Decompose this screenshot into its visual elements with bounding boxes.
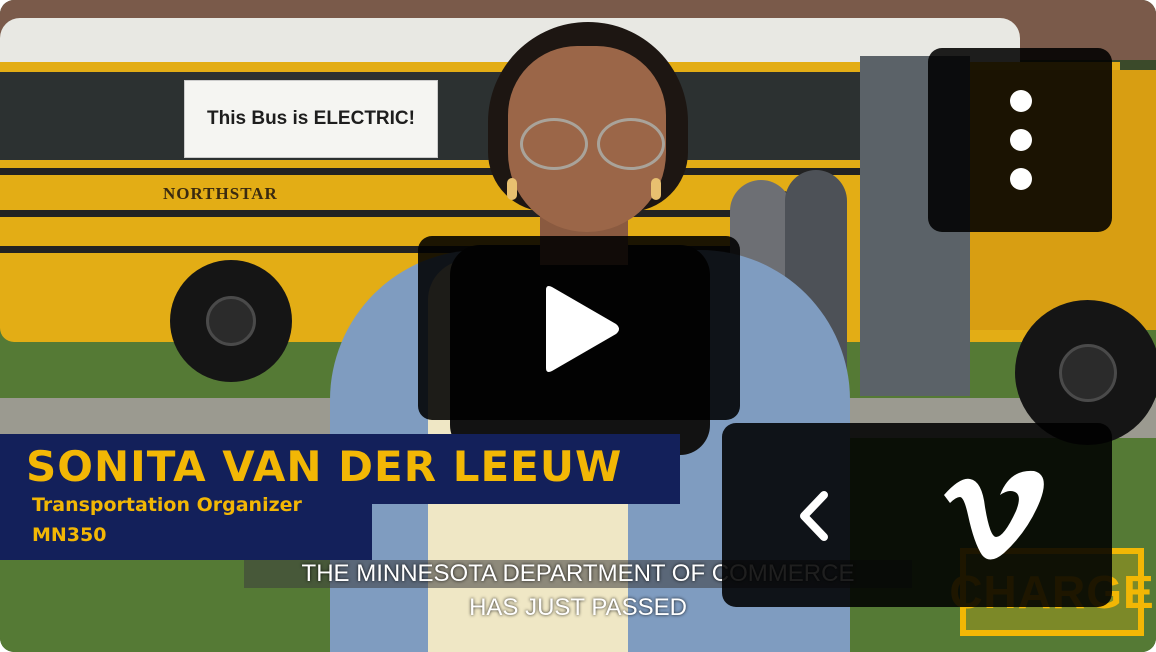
earring [651,178,661,200]
bus-rear-wheel [170,260,292,382]
play-icon [546,286,619,372]
more-vertical-icon-dot [1010,168,1032,190]
speaker-role: Transportation Organizer [32,494,302,516]
video-player: This Bus is ELECTRIC! NORTHSTAR 3 CHARGE… [0,0,1156,652]
more-options-button[interactable] [928,48,1112,232]
glasses-lens [597,118,665,170]
wheel-hub [1059,344,1117,402]
bus-banner-sign: This Bus is ELECTRIC! [184,80,438,158]
vimeo-button[interactable] [912,443,1072,587]
speaker-name: SONITA VAN DER LEEUW [26,442,623,491]
share-panel [722,423,1112,607]
earring [507,178,517,200]
back-button[interactable] [740,423,890,607]
chevron-left-icon [800,491,828,541]
more-vertical-icon-dot [1010,129,1032,151]
bus-brand-text: NORTHSTAR [163,184,278,203]
speaker-organization: MN350 [32,524,107,546]
vimeo-logo-icon [944,470,1044,560]
play-button[interactable] [418,236,740,420]
wheel-hub [206,296,256,346]
more-vertical-icon-dot [1010,90,1032,112]
bus-stripe [0,168,860,175]
bus-stripe [0,210,760,217]
glasses-lens [520,118,588,170]
